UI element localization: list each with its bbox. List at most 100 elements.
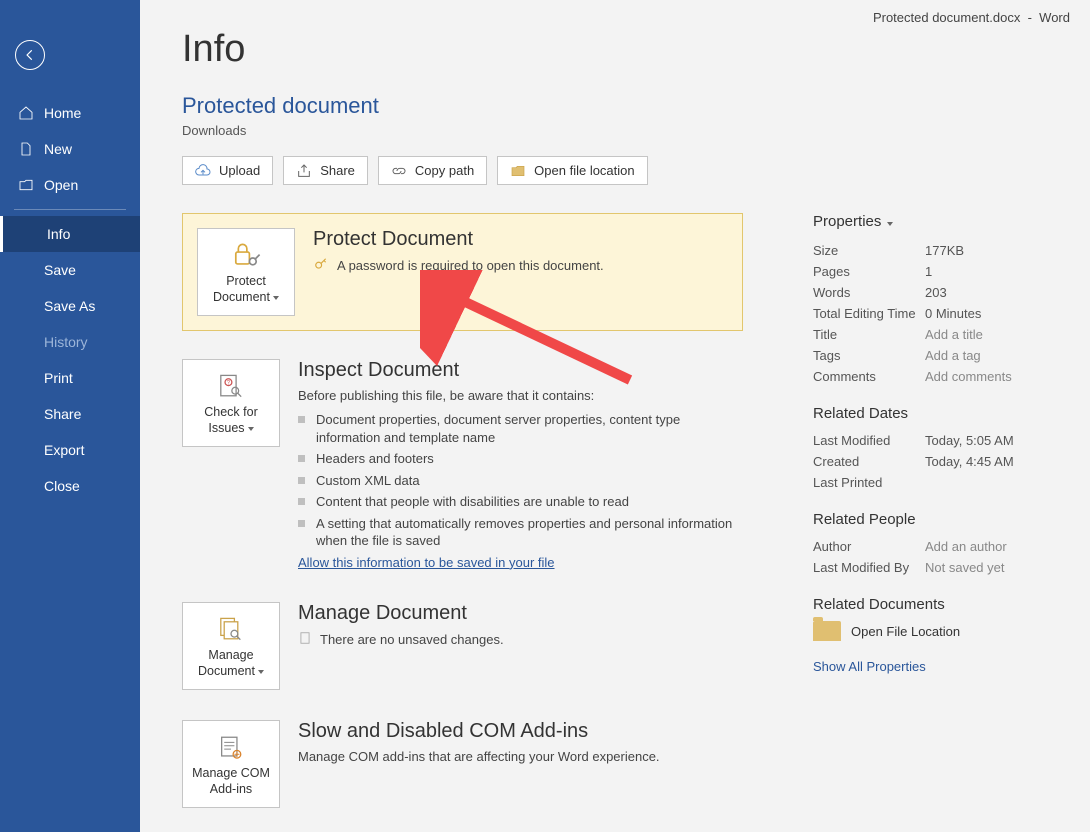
prop-value: Not saved yet	[925, 560, 1048, 575]
share-button[interactable]: Share	[283, 156, 368, 185]
sidebar-item-label: Home	[44, 105, 81, 121]
sidebar-item-open[interactable]: Open	[0, 167, 140, 203]
manage-com-addins-button[interactable]: Manage COM Add-ins	[182, 720, 280, 808]
prop-value: 203	[925, 285, 1048, 300]
link-icon	[391, 164, 407, 178]
document-path: Downloads	[182, 123, 1048, 138]
section-heading: Manage Document	[298, 602, 743, 625]
prop-key: Last Printed	[813, 475, 925, 490]
back-button[interactable]	[15, 40, 45, 70]
folder-icon	[813, 621, 841, 641]
prop-value: 1	[925, 264, 1048, 279]
section-heading: Inspect Document	[298, 359, 743, 382]
prop-value-editable[interactable]: Add a tag	[925, 348, 1048, 363]
home-icon	[18, 105, 34, 121]
sidebar-item-new[interactable]: New	[0, 131, 140, 167]
button-label: Upload	[219, 163, 260, 178]
related-dates-heading: Related Dates	[813, 405, 1048, 422]
prop-key: Last Modified By	[813, 560, 925, 575]
prop-value: 0 Minutes	[925, 306, 1048, 321]
manage-status-line: There are no unsaved changes.	[298, 631, 743, 648]
tile-label: Protect Document	[202, 274, 290, 305]
svg-text:?: ?	[227, 381, 231, 387]
addins-icon	[214, 732, 248, 760]
lock-key-icon	[229, 240, 263, 268]
sidebar-item-close[interactable]: Close	[0, 468, 140, 504]
manage-doc-icon	[214, 614, 248, 642]
tile-label: Manage Document	[187, 648, 275, 679]
tile-label: Manage COM Add-ins	[187, 766, 275, 797]
sidebar-item-label: Print	[44, 370, 73, 386]
copy-path-button[interactable]: Copy path	[378, 156, 487, 185]
check-for-issues-button[interactable]: ? Check for Issues	[182, 359, 280, 447]
folder-open-icon	[18, 177, 34, 193]
prop-value: Today, 4:45 AM	[925, 454, 1048, 469]
list-item: Content that people with disabilities ar…	[298, 493, 743, 511]
protect-document-section: Protect Document Protect Document A pass…	[182, 213, 743, 331]
list-item: Custom XML data	[298, 472, 743, 490]
sidebar-item-label: Export	[44, 442, 84, 458]
prop-key: Pages	[813, 264, 925, 279]
related-documents-heading: Related Documents	[813, 596, 1048, 613]
prop-value-editable[interactable]: Add a title	[925, 327, 1048, 342]
section-heading: Protect Document	[313, 228, 728, 251]
section-heading: Slow and Disabled COM Add-ins	[298, 720, 743, 743]
open-file-location-link[interactable]: Open File Location	[813, 621, 1048, 641]
share-icon	[296, 164, 312, 178]
sidebar-item-history: History	[0, 324, 140, 360]
list-item: Document properties, document server pro…	[298, 411, 743, 446]
com-desc: Manage COM add-ins that are affecting yo…	[298, 749, 743, 764]
list-item: Headers and footers	[298, 450, 743, 468]
chevron-down-icon	[885, 213, 893, 230]
prop-value-editable[interactable]: Add comments	[925, 369, 1048, 384]
prop-key: Size	[813, 243, 925, 258]
sidebar-item-label: New	[44, 141, 72, 157]
prop-key: Comments	[813, 369, 925, 384]
prop-key: Last Modified	[813, 433, 925, 448]
folder-icon	[510, 164, 526, 178]
key-icon	[313, 257, 329, 274]
sidebar-item-label: Save As	[44, 298, 95, 314]
inspect-issues-list: Document properties, document server pro…	[298, 411, 743, 550]
sidebar-item-label: Open	[44, 177, 78, 193]
button-label: Copy path	[415, 163, 474, 178]
document-title: Protected document	[182, 93, 1048, 119]
related-people-heading: Related People	[813, 511, 1048, 528]
sidebar-item-export[interactable]: Export	[0, 432, 140, 468]
sidebar-divider	[14, 209, 126, 210]
properties-dropdown[interactable]: Properties	[813, 213, 1048, 230]
sidebar-item-print[interactable]: Print	[0, 360, 140, 396]
sidebar-item-label: Save	[44, 262, 76, 278]
upload-button[interactable]: Upload	[182, 156, 273, 185]
show-all-properties-link[interactable]: Show All Properties	[813, 659, 926, 674]
document-filename: Protected document.docx	[873, 10, 1020, 25]
sidebar-item-home[interactable]: Home	[0, 95, 140, 131]
inspect-document-section: ? Check for Issues Inspect Document Befo…	[182, 359, 743, 572]
prop-value	[925, 475, 1048, 490]
tile-label: Check for Issues	[187, 405, 275, 436]
sidebar-item-label: Close	[44, 478, 80, 494]
sidebar-item-label: Info	[47, 226, 70, 242]
prop-value-editable[interactable]: Add an author	[925, 539, 1048, 554]
prop-key: Words	[813, 285, 925, 300]
allow-save-info-link[interactable]: Allow this information to be saved in yo…	[298, 555, 555, 570]
page-title: Info	[182, 28, 1048, 71]
sidebar-item-saveas[interactable]: Save As	[0, 288, 140, 324]
protect-document-button[interactable]: Protect Document	[197, 228, 295, 316]
file-icon	[18, 141, 34, 157]
prop-key: Tags	[813, 348, 925, 363]
sidebar-item-save[interactable]: Save	[0, 252, 140, 288]
sidebar-item-share[interactable]: Share	[0, 396, 140, 432]
sidebar-item-info[interactable]: Info	[0, 216, 140, 252]
inspect-intro: Before publishing this file, be aware th…	[298, 388, 743, 403]
inspect-icon: ?	[214, 371, 248, 399]
button-label: Share	[320, 163, 355, 178]
titlebar: Protected document.docx - Word	[873, 10, 1070, 25]
arrow-left-icon	[23, 48, 37, 62]
prop-key: Author	[813, 539, 925, 554]
prop-key: Created	[813, 454, 925, 469]
manage-document-button[interactable]: Manage Document	[182, 602, 280, 690]
button-label: Open file location	[534, 163, 634, 178]
open-file-location-button[interactable]: Open file location	[497, 156, 647, 185]
protect-status-line: A password is required to open this docu…	[313, 257, 728, 274]
